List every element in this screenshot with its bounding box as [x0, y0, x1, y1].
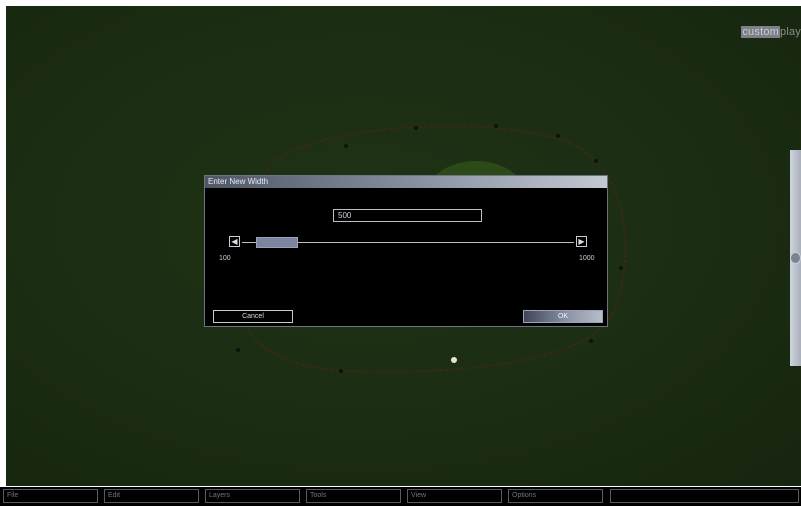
- width-slider-thumb[interactable]: [256, 237, 298, 248]
- boundary-node[interactable]: [236, 348, 240, 352]
- menu-edit[interactable]: Edit: [104, 489, 199, 503]
- boundary-node[interactable]: [494, 124, 498, 128]
- cancel-button[interactable]: Cancel: [213, 310, 293, 323]
- brand-logo-prefix: custom: [741, 26, 781, 38]
- menu-layers[interactable]: Layers: [205, 489, 300, 503]
- boundary-node[interactable]: [344, 144, 348, 148]
- slider-min-label: 100: [219, 255, 231, 262]
- slider-right-button[interactable]: ▶: [576, 236, 587, 247]
- boundary-node[interactable]: [619, 266, 623, 270]
- arrow-right-icon: ▶: [578, 237, 585, 246]
- menu-view[interactable]: View: [407, 489, 502, 503]
- brand-logo-suffix: play: [780, 26, 801, 38]
- menu-tools[interactable]: Tools: [306, 489, 401, 503]
- slider-left-button[interactable]: ◀: [229, 236, 240, 247]
- brand-logo: customplay: [741, 26, 801, 38]
- enter-width-dialog: Enter New Width 500 ◀ ▶ 100 1000 Cancel …: [204, 175, 608, 327]
- boundary-node[interactable]: [414, 126, 418, 130]
- width-input[interactable]: 500: [333, 209, 482, 222]
- menu-file[interactable]: File: [3, 489, 98, 503]
- arrow-left-icon: ◀: [231, 237, 238, 246]
- boundary-node[interactable]: [589, 339, 593, 343]
- dialog-title[interactable]: Enter New Width: [205, 176, 607, 188]
- bottom-menu-bar: File Edit Layers Tools View Options: [0, 487, 801, 506]
- menu-options[interactable]: Options: [508, 489, 603, 503]
- menu-status-field: [610, 489, 799, 503]
- boundary-node[interactable]: [556, 134, 560, 138]
- boundary-node[interactable]: [339, 369, 343, 373]
- ok-button[interactable]: OK: [523, 310, 603, 323]
- slider-max-label: 1000: [579, 255, 595, 262]
- selected-node[interactable]: [451, 357, 457, 363]
- boundary-node[interactable]: [594, 159, 598, 163]
- side-panel-knob-icon[interactable]: [790, 252, 801, 264]
